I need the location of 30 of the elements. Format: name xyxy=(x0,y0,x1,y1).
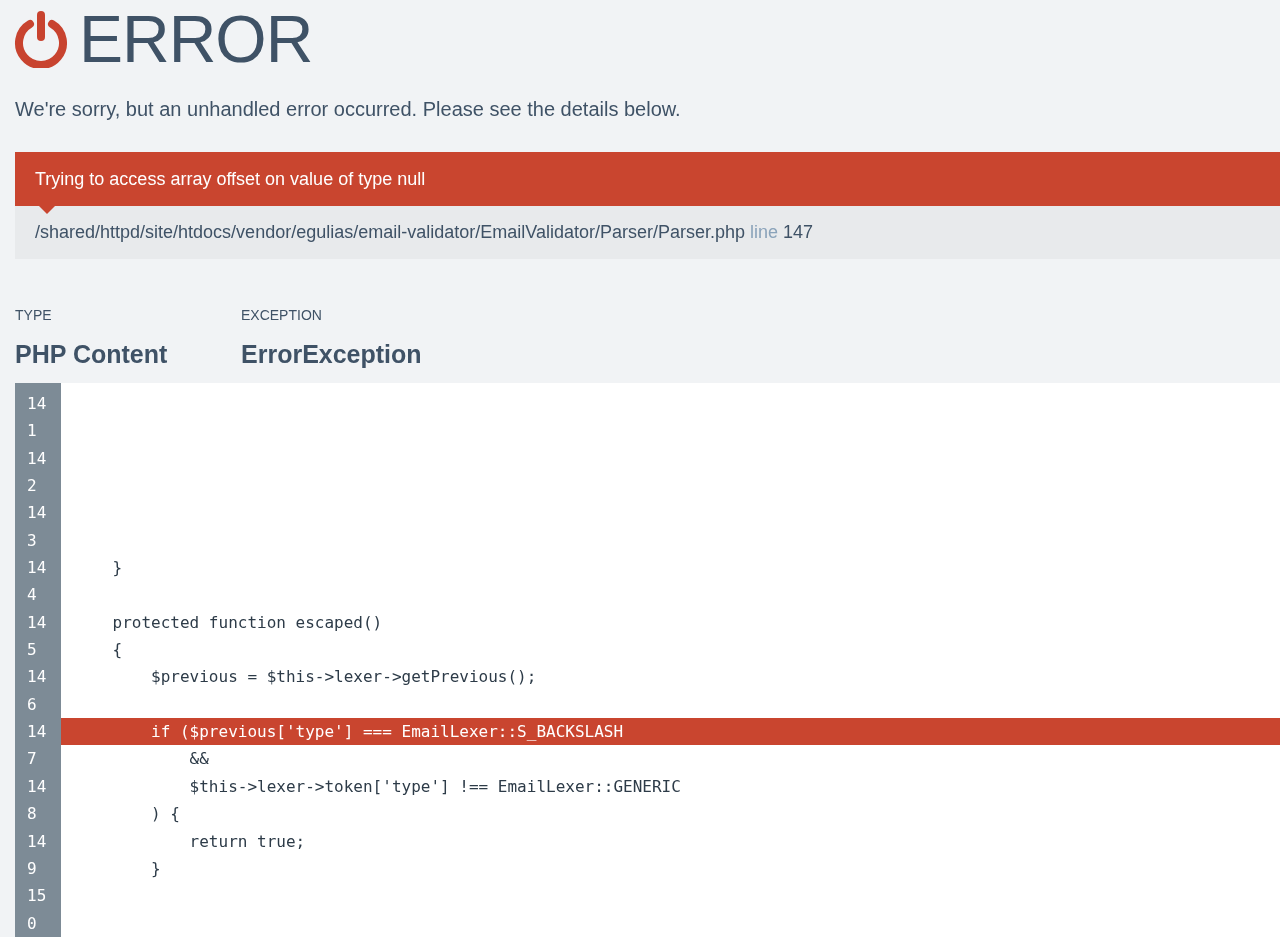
line-number: 148 xyxy=(27,775,48,826)
power-icon xyxy=(13,10,69,68)
code-line: } xyxy=(150,857,162,880)
code-line: protected function escaped() xyxy=(111,611,384,634)
line-number: 145 xyxy=(27,611,48,662)
line-number: 147 xyxy=(783,221,814,244)
line-number: 149 xyxy=(27,830,48,880)
line-number: 144 xyxy=(27,557,48,607)
detail-label: EXCEPTION xyxy=(241,306,323,325)
code-line: $previous = $this->lexer->getPrevious(); xyxy=(150,666,538,689)
error-message: We're sorry, but an unhandled error occurred. Please see the details below. xyxy=(15,97,682,122)
code-line: ) { xyxy=(150,803,181,826)
code-line: { xyxy=(111,639,124,662)
error-banner: Trying to access array offset on value of type null xyxy=(15,152,1280,206)
file-path: /shared/httpd/site/htdocs/vendor/egulias/email-validator/EmailValidator/Parser/Parser.php xyxy=(35,221,746,244)
line-label: line xyxy=(750,221,779,244)
code-line: && xyxy=(188,748,210,771)
line-number: 143 xyxy=(27,502,48,552)
code-line: } xyxy=(111,557,124,580)
line-number: 146 xyxy=(27,666,48,716)
line-number: 142 xyxy=(27,447,48,498)
detail-label: TYPE xyxy=(15,306,53,325)
code-line: $this->lexer->token['type'] !== EmailLexer::GENERIC xyxy=(188,775,682,798)
line-number: 141 xyxy=(27,393,48,443)
code-line: return true; xyxy=(188,830,307,853)
detail-value: ErrorException xyxy=(241,339,422,369)
line-number: 147 xyxy=(27,721,48,771)
line-number: 150 xyxy=(27,885,48,935)
page-title: ERROR xyxy=(79,6,313,72)
detail-value: PHP Content xyxy=(15,339,169,369)
